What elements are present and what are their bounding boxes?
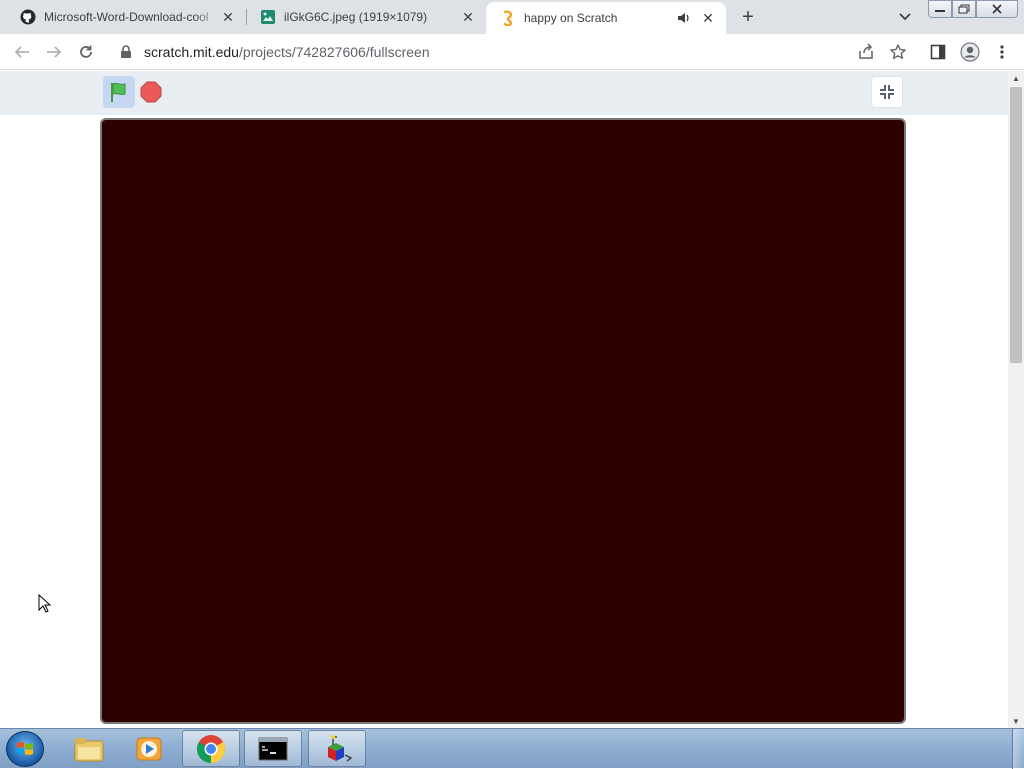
windows-taskbar (0, 728, 1024, 769)
taskbar-3d-app[interactable] (308, 730, 366, 767)
start-button[interactable] (6, 731, 44, 767)
minimize-window-button[interactable] (928, 0, 952, 18)
media-player-icon (136, 737, 162, 760)
bookmark-star-icon[interactable] (888, 42, 908, 62)
tab-title: Microsoft-Word-Download-cool (44, 10, 209, 24)
exit-fullscreen-button[interactable] (871, 76, 903, 108)
github-icon (20, 9, 36, 25)
tab-image[interactable]: ilGkG6C.jpeg (1919×1079) ✕ (246, 0, 486, 34)
folder-icon (74, 737, 104, 761)
profile-avatar-icon[interactable] (960, 42, 980, 62)
close-window-button[interactable] (976, 0, 1018, 18)
green-flag-icon (111, 82, 126, 102)
stop-sign-icon (140, 81, 162, 103)
page-scrollbar[interactable]: ▲ ▼ (1008, 71, 1024, 728)
url-path: /projects/742827606/fullscreen (238, 44, 430, 60)
taskbar-command-prompt[interactable] (244, 730, 302, 767)
image-icon (260, 9, 276, 25)
more-menu-icon[interactable] (992, 42, 1012, 62)
tab-title: happy on Scratch (524, 11, 618, 25)
browser-toolbar: scratch.mit.edu/projects/742827606/fulls… (0, 34, 1024, 70)
exit-fullscreen-icon (880, 85, 894, 99)
chrome-icon (197, 734, 225, 763)
scratch-icon (500, 10, 516, 26)
back-arrow-icon[interactable] (12, 42, 32, 62)
command-prompt-icon (258, 737, 288, 760)
tab-search-chevron-down-icon[interactable] (896, 9, 914, 25)
tab-title: ilGkG6C.jpeg (1919×1079) (284, 10, 428, 24)
tab-close-icon[interactable]: ✕ (220, 9, 236, 25)
new-tab-plus-icon[interactable]: + (736, 6, 760, 28)
address-bar[interactable]: scratch.mit.edu/projects/742827606/fulls… (110, 38, 920, 66)
taskbar-media-player[interactable] (120, 730, 178, 767)
tab-strip: Microsoft-Word-Download-cool ✕ ilGkG6C.j… (0, 0, 1024, 34)
restore-window-button[interactable] (952, 0, 976, 18)
reload-icon[interactable] (76, 42, 96, 62)
tab-scratch-active[interactable]: happy on Scratch ✕ (486, 2, 726, 34)
windows-logo-icon (17, 742, 33, 755)
mouse-cursor-icon (38, 594, 52, 613)
3d-cube-app-icon (328, 734, 353, 762)
lock-icon[interactable] (120, 45, 134, 59)
green-flag-button[interactable] (103, 76, 135, 108)
tab-github[interactable]: Microsoft-Word-Download-cool ✕ (6, 0, 246, 34)
scratch-stage[interactable] (100, 118, 906, 724)
share-icon[interactable] (856, 42, 876, 62)
scroll-up-arrow-icon[interactable]: ▲ (1008, 71, 1024, 85)
speaker-icon[interactable] (676, 10, 692, 26)
stop-button[interactable] (139, 76, 163, 108)
url-host: scratch.mit.edu (144, 44, 239, 60)
tab-close-icon[interactable]: ✕ (700, 10, 716, 26)
scratch-fullscreen-page (0, 71, 1008, 728)
url-text[interactable]: scratch.mit.edu/projects/742827606/fulls… (144, 44, 430, 60)
scroll-down-arrow-icon[interactable]: ▼ (1008, 714, 1024, 728)
taskbar-windows-explorer[interactable] (60, 730, 118, 767)
scrollbar-thumb[interactable] (1010, 87, 1022, 363)
stage-controls-bar (0, 71, 1008, 115)
taskbar-google-chrome[interactable] (182, 730, 240, 767)
show-desktop-button[interactable] (1012, 729, 1024, 769)
tab-close-icon[interactable]: ✕ (460, 9, 476, 25)
side-panel-icon[interactable] (928, 42, 948, 62)
forward-arrow-icon[interactable] (44, 42, 64, 62)
